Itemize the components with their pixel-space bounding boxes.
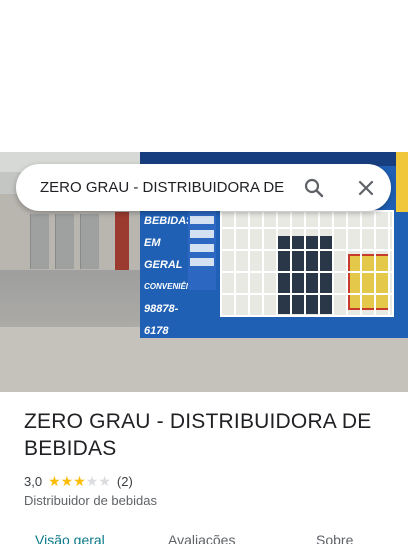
map-blank-area: [0, 0, 408, 152]
photo-gate: [80, 214, 99, 269]
rating-value: 3,0: [24, 473, 43, 489]
star-empty-icon: ★: [85, 473, 99, 489]
star-filled-icon: ★: [73, 473, 86, 489]
review-count[interactable]: (2): [117, 474, 133, 489]
tab-reviews[interactable]: Avaliações: [168, 532, 235, 544]
place-category[interactable]: Distribuidor de bebidas: [24, 493, 157, 508]
photo-gate: [55, 214, 74, 269]
star-empty-icon: ★: [98, 473, 111, 489]
photo-gate: [30, 214, 49, 269]
card-logos: [188, 210, 216, 290]
close-icon[interactable]: [354, 176, 378, 200]
search-input[interactable]: ZERO GRAU - DISTRIBUIDORA DE BEBIDAS: [40, 178, 288, 198]
photo-red-door: [115, 212, 129, 270]
kiosk-bars: [222, 212, 392, 315]
photo-yellow-sign: [396, 152, 408, 212]
rating-row[interactable]: 3,0 ★ ★ ★ ★ ★ (2): [24, 473, 133, 489]
star-filled-icon: ★: [48, 473, 61, 489]
kiosk-window: [220, 210, 394, 317]
search-bar[interactable]: ZERO GRAU - DISTRIBUIDORA DE BEBIDAS: [16, 164, 391, 211]
kiosk-sign-line: 98878-6178: [144, 303, 179, 337]
place-title: ZERO GRAU - DISTRIBUIDORA DE BEBIDAS: [24, 410, 372, 460]
tab-overview[interactable]: Visão geral: [35, 532, 105, 544]
rating-stars: ★ ★ ★ ★ ★: [48, 474, 111, 488]
tab-about[interactable]: Sobre: [316, 532, 353, 544]
star-filled-icon: ★: [60, 473, 74, 489]
place-tabs: Visão geral Avaliações Sobre: [0, 528, 408, 544]
search-icon[interactable]: [302, 176, 326, 200]
